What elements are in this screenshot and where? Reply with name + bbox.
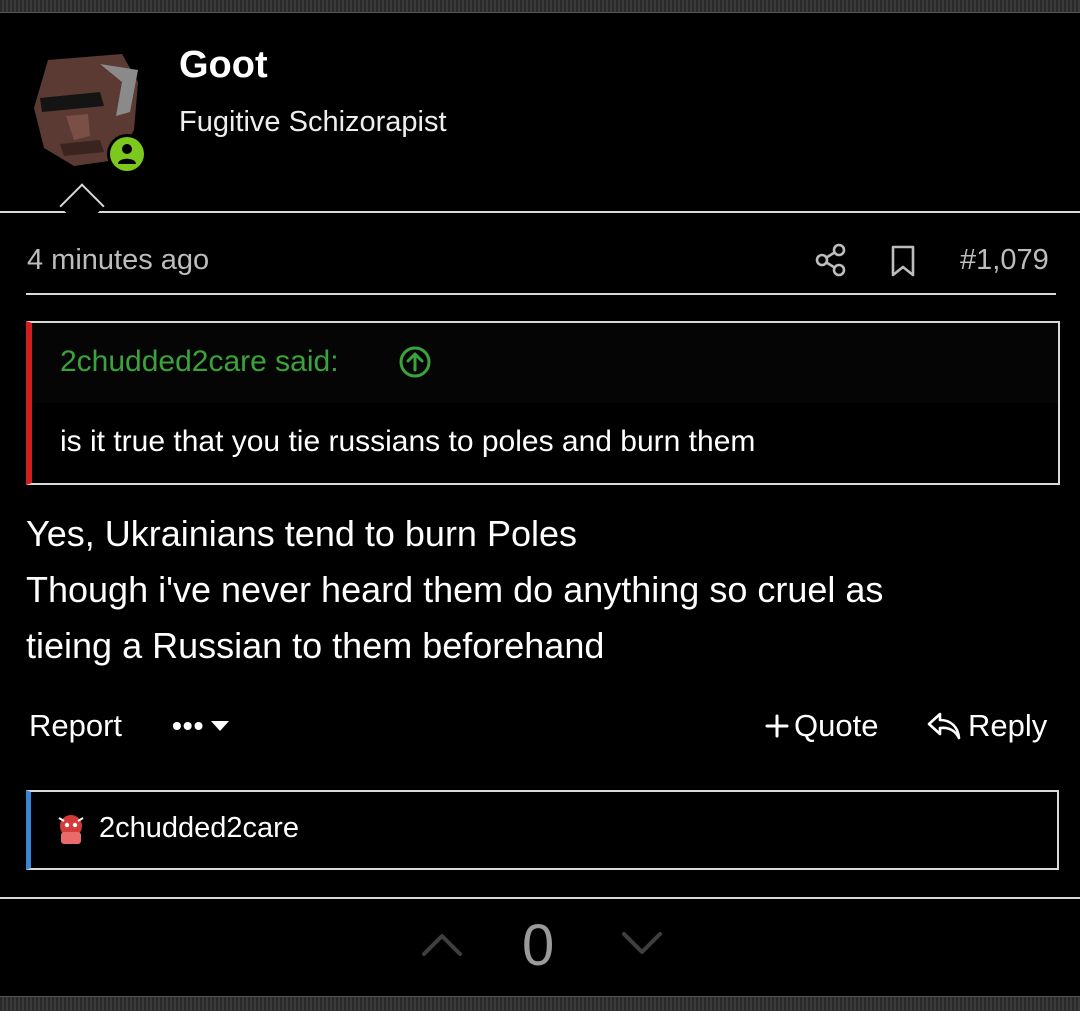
quote-content: is it true that you tie russians to pole… (32, 403, 1058, 483)
user-title: Fugitive Schizorapist (179, 106, 447, 138)
post-number-link[interactable]: #1,079 (960, 244, 1049, 277)
top-border (0, 0, 1080, 13)
message-line: Though i've never heard them do anything… (26, 569, 884, 610)
post-message: Yes, Ukrainians tend to burn Poles Thoug… (26, 506, 883, 674)
downvote-icon[interactable] (620, 928, 664, 958)
meta-divider (26, 293, 1056, 295)
quote-button[interactable]: Quote (764, 708, 878, 744)
reaction-username[interactable]: 2chudded2care (99, 812, 299, 845)
more-dots: ••• (172, 710, 205, 741)
quote-author-link[interactable]: 2chudded2care said: (60, 345, 339, 379)
message-line: Yes, Ukrainians tend to burn Poles (26, 513, 578, 554)
header-pointer (59, 183, 105, 229)
report-button[interactable]: Report (29, 708, 122, 744)
quote-text: is it true that you tie russians to pole… (60, 425, 756, 458)
username[interactable]: Goot (179, 44, 268, 87)
arrow-up-circle-icon[interactable] (398, 345, 432, 379)
quote-button-label: Quote (794, 708, 879, 743)
share-icon[interactable] (815, 243, 847, 277)
reaction-icon (58, 815, 84, 844)
header-divider (0, 211, 1080, 213)
chevron-down-icon (211, 721, 230, 731)
quote-block: 2chudded2care said: is it true that you … (26, 321, 1060, 485)
vote-divider (0, 897, 1080, 899)
bookmark-icon[interactable] (889, 245, 917, 277)
reply-button[interactable]: Reply (926, 708, 1047, 744)
reactions-bar[interactable]: 2chudded2care (26, 790, 1059, 870)
plus-icon (765, 714, 789, 738)
reply-icon (927, 712, 961, 740)
message-line: tieing a Russian to them beforehand (26, 625, 605, 666)
upvote-icon[interactable] (420, 928, 464, 958)
post-timestamp[interactable]: 4 minutes ago (27, 244, 209, 277)
online-status-badge (107, 134, 147, 174)
quote-header: 2chudded2care said: (32, 323, 1058, 403)
reply-button-label: Reply (968, 708, 1048, 743)
more-options-button[interactable]: ••• (172, 710, 230, 742)
bottom-border (0, 996, 1080, 1011)
person-icon (118, 144, 136, 164)
vote-count: 0 (522, 913, 555, 978)
